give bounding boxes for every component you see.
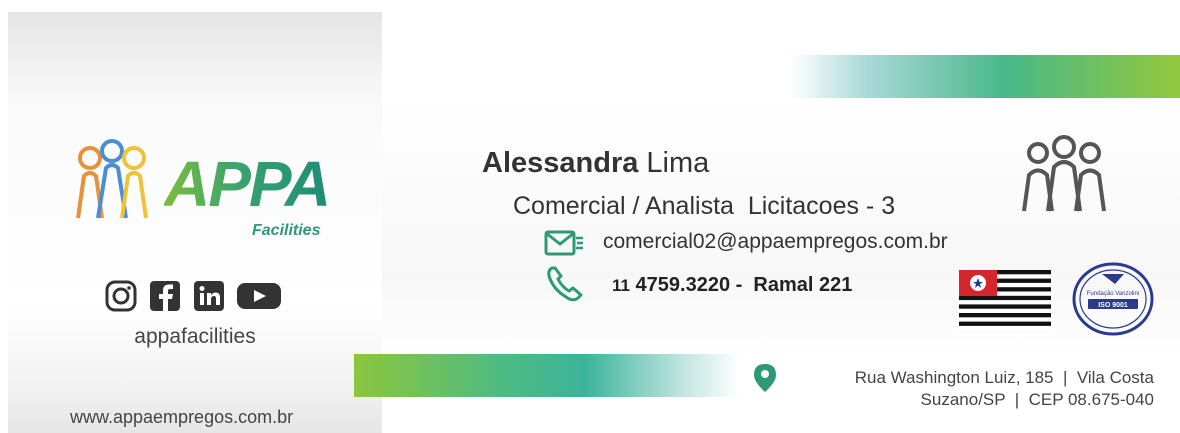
social-links — [104, 280, 282, 314]
address-line-2: Suzano/SP | CEP 08.675-040 — [920, 390, 1154, 409]
website-link[interactable]: www.appaempregos.com.br — [70, 407, 293, 428]
job-title: Comercial / Analista Licitacoes - 3 — [513, 192, 896, 220]
email-icon — [544, 230, 583, 256]
contact-name: Alessandra Lima — [482, 147, 709, 180]
seal-org: Fundação Vanzolini — [1087, 291, 1139, 297]
iso-certification-seal: Fundação Vanzolini ISO 9001 — [1072, 262, 1154, 336]
address-line-1: Rua Washington Luiz, 185 | Vila Costa — [854, 368, 1154, 387]
first-name: Alessandra — [482, 147, 639, 179]
sao-paulo-flag-icon — [959, 270, 1051, 330]
phone-icon — [547, 266, 583, 302]
address-block: Rua Washington Luiz, 185 | Vila Costa Su… — [855, 367, 1154, 411]
facebook-icon[interactable] — [148, 280, 182, 312]
email-link[interactable]: comercial02@appaempregos.com.br — [603, 230, 948, 254]
last-name: Lima — [646, 147, 710, 179]
social-handle[interactable]: appafacilities — [8, 325, 382, 349]
brand-panel: APPA Facilities appafacilities www.appae… — [8, 12, 382, 433]
phone-area-code: 11 — [612, 276, 630, 295]
logo-subtitle: Facilities — [252, 222, 321, 239]
gradient-bar-top — [791, 55, 1180, 98]
linkedin-icon[interactable] — [192, 280, 226, 312]
phone-main: 4759.3220 - Ramal 221 — [635, 274, 853, 296]
people-group-icon — [1022, 135, 1106, 212]
instagram-icon[interactable] — [104, 280, 138, 312]
youtube-icon[interactable] — [236, 280, 282, 312]
appa-logo: APPA Facilities — [72, 138, 331, 239]
logo-wordmark: APPA — [164, 148, 331, 220]
phone-number[interactable]: 11 4759.3220 - Ramal 221 — [612, 274, 852, 297]
gradient-bar-bottom — [354, 354, 739, 397]
seal-standard: ISO 9001 — [1098, 302, 1128, 309]
people-logo-icon — [76, 139, 148, 219]
location-pin-icon — [754, 364, 776, 392]
